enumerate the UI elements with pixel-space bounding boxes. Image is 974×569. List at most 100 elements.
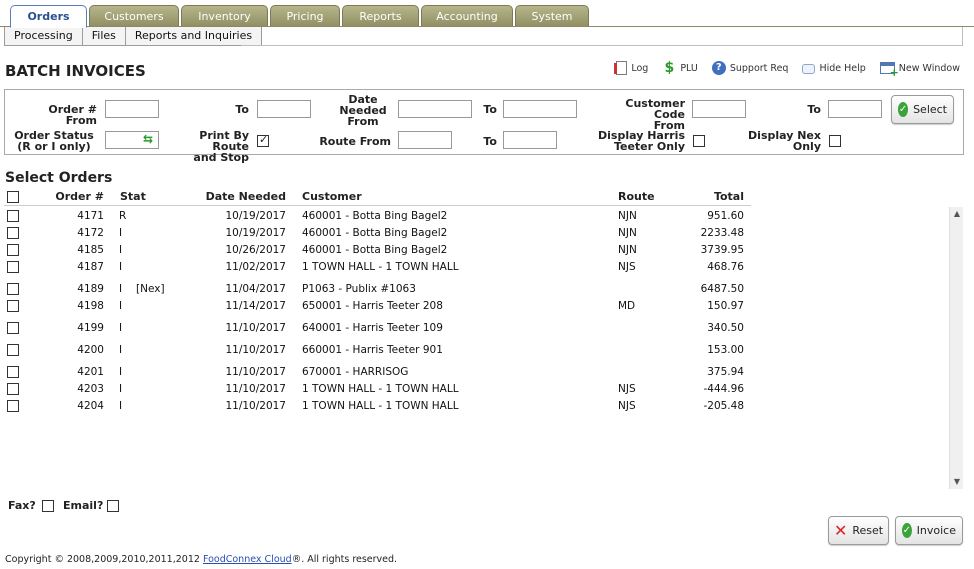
log-link[interactable]: Log <box>614 61 648 75</box>
order-number: 4204 <box>77 400 104 412</box>
select-button[interactable]: ✓ Select <box>891 95 954 124</box>
route: NJS <box>618 400 636 412</box>
order-from-input[interactable] <box>105 100 159 118</box>
route: NJS <box>618 261 636 273</box>
total: 951.60 <box>707 210 744 222</box>
table-row[interactable]: 4172 I 10/19/2017 460001 - Botta Bing Ba… <box>0 226 760 242</box>
date-needed-from-label: Date Needed From <box>335 94 391 127</box>
help-circle-icon: ? <box>711 61 726 75</box>
date-needed-to-label: To <box>483 103 497 116</box>
date-needed-to-input[interactable] <box>503 100 577 118</box>
tab-reports[interactable]: Reports <box>342 5 419 27</box>
harris-label-line2: Teeter Only <box>613 140 685 153</box>
order-number: 4200 <box>77 344 104 356</box>
date-needed: 11/10/2017 <box>225 322 286 334</box>
date-needed: 11/14/2017 <box>225 300 286 312</box>
order-status: I <box>119 400 123 412</box>
customer-code-from-label: Customer Code From <box>593 98 685 131</box>
plu-link[interactable]: $ PLU <box>662 61 698 75</box>
date-needed: 11/04/2017 <box>225 283 286 295</box>
route: NJN <box>618 244 637 256</box>
table-row[interactable]: 4201 I 11/10/2017 670001 - HARRISOG 375.… <box>0 365 760 381</box>
table-scrollbar[interactable]: ▲ ▼ <box>949 207 963 489</box>
table-row[interactable]: 4189 I [Nex] 11/04/2017 P1063 - Publix #… <box>0 282 760 298</box>
speech-bubble-icon <box>802 64 816 74</box>
reset-button[interactable]: ✕ Reset <box>828 516 889 545</box>
route-from-label: Route From <box>319 135 391 148</box>
table-row[interactable]: 4204 I 11/10/2017 1 TOWN HALL - 1 TOWN H… <box>0 399 760 415</box>
subtab-processing[interactable]: Processing <box>4 27 83 46</box>
date-needed: 11/10/2017 <box>225 400 286 412</box>
customer-code-from-input[interactable] <box>692 100 746 118</box>
row-checkbox[interactable] <box>7 322 19 334</box>
foodconnex-link[interactable]: FoodConnex Cloud <box>203 554 292 565</box>
copyright-footer: Copyright © 2008,2009,2010,2011,2012 Foo… <box>5 554 397 565</box>
date-needed-from-input[interactable] <box>398 100 472 118</box>
customer: 660001 - Harris Teeter 901 <box>302 344 443 356</box>
print-by-route-label-line2: and Stop <box>193 151 249 164</box>
order-status: I <box>119 322 123 334</box>
order-status: I <box>119 300 123 312</box>
fax-checkbox[interactable] <box>42 500 54 512</box>
hide-help-label: Hide Help <box>819 62 866 74</box>
route-from-input[interactable] <box>398 131 452 149</box>
table-row[interactable]: 4171 R 10/19/2017 460001 - Botta Bing Ba… <box>0 209 760 225</box>
route: NJN <box>618 227 637 239</box>
hide-help-link[interactable]: Hide Help <box>802 62 866 74</box>
scroll-up-arrow-icon[interactable]: ▲ <box>950 207 964 221</box>
scroll-down-arrow-icon[interactable]: ▼ <box>950 475 964 489</box>
table-row[interactable]: 4203 I 11/10/2017 1 TOWN HALL - 1 TOWN H… <box>0 382 760 398</box>
swap-arrows-icon[interactable]: ⇆ <box>143 132 153 146</box>
table-row[interactable]: 4200 I 11/10/2017 660001 - Harris Teeter… <box>0 343 760 359</box>
customer-code-to-input[interactable] <box>828 100 882 118</box>
row-checkbox[interactable] <box>7 261 19 273</box>
new-window-link[interactable]: New Window <box>879 62 960 79</box>
subtab-files[interactable]: Files <box>81 27 126 46</box>
tab-accounting[interactable]: Accounting <box>421 5 513 27</box>
order-number: 4189 <box>77 283 104 295</box>
row-checkbox[interactable] <box>7 300 19 312</box>
row-checkbox[interactable] <box>7 210 19 222</box>
tab-inventory[interactable]: Inventory <box>181 5 268 27</box>
row-checkbox[interactable] <box>7 383 19 395</box>
tab-system[interactable]: System <box>515 5 589 27</box>
print-by-route-checkbox[interactable] <box>257 133 269 147</box>
email-checkbox[interactable] <box>107 500 119 512</box>
row-checkbox[interactable] <box>7 227 19 239</box>
tab-orders[interactable]: Orders <box>10 5 87 28</box>
route-to-input[interactable] <box>503 131 557 149</box>
column-header-route: Route <box>618 190 655 203</box>
table-row[interactable]: 4185 I 10/26/2017 460001 - Botta Bing Ba… <box>0 243 760 259</box>
table-row[interactable]: 4187 I 11/02/2017 1 TOWN HALL - 1 TOWN H… <box>0 260 760 276</box>
table-row[interactable]: 4199 I 11/10/2017 640001 - Harris Teeter… <box>0 321 760 337</box>
date-needed: 10/26/2017 <box>225 244 286 256</box>
customer: 460001 - Botta Bing Bagel2 <box>302 244 448 256</box>
row-checkbox[interactable] <box>7 244 19 256</box>
customer: 640001 - Harris Teeter 109 <box>302 322 443 334</box>
column-header-stat: Stat <box>120 190 146 203</box>
select-button-label: Select <box>913 103 947 116</box>
support-request-link[interactable]: ? Support Req <box>711 61 788 75</box>
nex-only-checkbox[interactable] <box>829 135 841 147</box>
total: 3739.95 <box>700 244 744 256</box>
table-row[interactable]: 4198 I 11/14/2017 650001 - Harris Teeter… <box>0 299 760 315</box>
checkmark-circle-icon: ✓ <box>902 523 912 538</box>
customer: P1063 - Publix #1063 <box>302 283 416 295</box>
plu-label: PLU <box>680 62 698 74</box>
tab-pricing[interactable]: Pricing <box>270 5 340 27</box>
order-to-input[interactable] <box>257 100 311 118</box>
row-checkbox[interactable] <box>7 344 19 356</box>
date-needed: 11/02/2017 <box>225 261 286 273</box>
date-needed: 10/19/2017 <box>225 227 286 239</box>
invoice-button[interactable]: ✓ Invoice <box>895 516 963 545</box>
filter-panel: Order # From To Date Needed From To Cust… <box>4 89 964 163</box>
harris-teeter-only-checkbox[interactable] <box>693 135 705 147</box>
column-header-total: Total <box>713 190 744 203</box>
tab-customers[interactable]: Customers <box>89 5 179 27</box>
customer: 460001 - Botta Bing Bagel2 <box>302 210 448 222</box>
row-checkbox[interactable] <box>7 366 19 378</box>
row-checkbox[interactable] <box>7 400 19 412</box>
row-checkbox[interactable] <box>7 283 19 295</box>
date-needed: 11/10/2017 <box>225 383 286 395</box>
select-all-checkbox[interactable] <box>7 191 19 203</box>
